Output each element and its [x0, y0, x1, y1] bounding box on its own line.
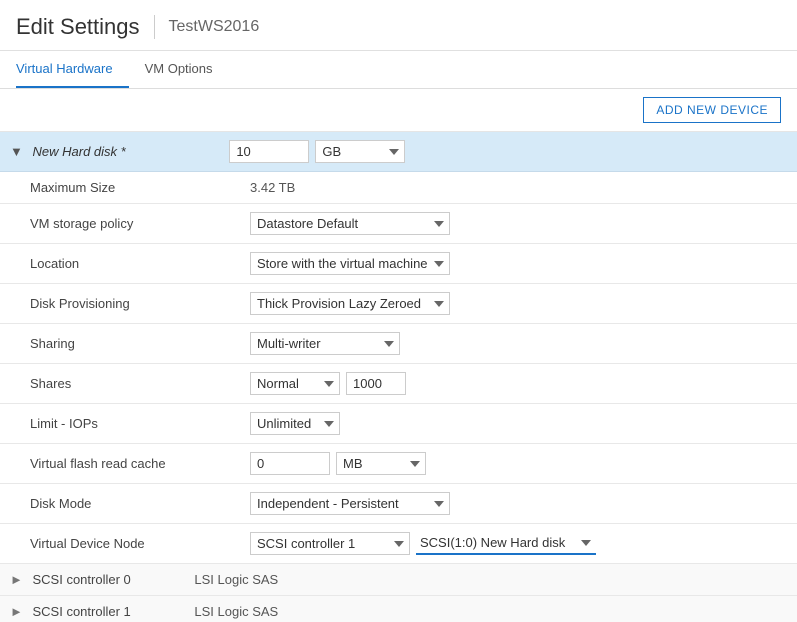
field-value: SCSI controller 1 SCSI controller 0 SCSI… — [220, 524, 797, 564]
add-new-device-button[interactable]: ADD NEW DEVICE — [643, 97, 781, 123]
field-value: MB GB — [220, 444, 797, 484]
field-value: Store with the virtual machine — [220, 244, 797, 284]
toolbar: ADD NEW DEVICE — [0, 89, 797, 132]
section-collapse-toggle[interactable]: ▼ — [10, 144, 23, 159]
field-label: Maximum Size — [0, 172, 220, 204]
disk-mode-select[interactable]: Independent - Persistent — [250, 492, 450, 515]
vm-name: TestWS2016 — [169, 18, 260, 36]
sharing-select[interactable]: Multi-writer — [250, 332, 400, 355]
field-label: Disk Mode — [0, 484, 220, 524]
table-row: Limit - IOPs Unlimited — [0, 404, 797, 444]
field-value: 3.42 TB — [220, 172, 797, 204]
scsi0-value: LSI Logic SAS — [194, 572, 278, 587]
table-row: VM storage policy Datastore Default — [0, 204, 797, 244]
hard-disk-unit-select[interactable]: GB MB TB — [315, 140, 405, 163]
scsi0-label: SCSI controller 0 — [33, 572, 131, 587]
limit-iops-select[interactable]: Unlimited — [250, 412, 340, 435]
shares-value-input[interactable] — [346, 372, 406, 395]
scsi1-expand-toggle[interactable]: ► — [10, 604, 23, 619]
new-hard-disk-section: ▼ New Hard disk * GB MB TB — [0, 132, 797, 172]
field-label: Location — [0, 244, 220, 284]
field-value: Thick Provision Lazy Zeroed — [220, 284, 797, 324]
settings-table: ▼ New Hard disk * GB MB TB — [0, 132, 797, 622]
vflash-cache-unit-select[interactable]: MB GB — [336, 452, 426, 475]
scsi-controller-1-row: ► SCSI controller 1 LSI Logic SAS — [0, 596, 797, 622]
table-row: Maximum Size 3.42 TB — [0, 172, 797, 204]
location-select[interactable]: Store with the virtual machine — [250, 252, 450, 275]
field-label: Virtual flash read cache — [0, 444, 220, 484]
tab-virtual-hardware[interactable]: Virtual Hardware — [16, 51, 129, 88]
shares-select[interactable]: Normal Low High Custom — [250, 372, 340, 395]
field-label: VM storage policy — [0, 204, 220, 244]
table-row: Disk Mode Independent - Persistent — [0, 484, 797, 524]
field-label: Virtual Device Node — [0, 524, 220, 564]
hard-disk-size-input[interactable] — [229, 140, 309, 163]
vflash-cache-input[interactable] — [250, 452, 330, 475]
field-value: Datastore Default — [220, 204, 797, 244]
table-row: Shares Normal Low High Custom — [0, 364, 797, 404]
table-row: Location Store with the virtual machine — [0, 244, 797, 284]
table-row: Disk Provisioning Thick Provision Lazy Z… — [0, 284, 797, 324]
field-value: Multi-writer — [220, 324, 797, 364]
page-title: Edit Settings — [16, 14, 140, 40]
table-row: Virtual flash read cache MB GB — [0, 444, 797, 484]
field-value: Unlimited — [220, 404, 797, 444]
field-label: Limit - IOPs — [0, 404, 220, 444]
header-divider — [154, 15, 155, 39]
field-value: Normal Low High Custom — [220, 364, 797, 404]
field-value: Independent - Persistent — [220, 484, 797, 524]
tabs: Virtual Hardware VM Options — [0, 51, 797, 89]
scsi0-expand-toggle[interactable]: ► — [10, 572, 23, 587]
header: Edit Settings TestWS2016 — [0, 0, 797, 51]
disk-provisioning-select[interactable]: Thick Provision Lazy Zeroed — [250, 292, 450, 315]
scsi-controller-0-row: ► SCSI controller 0 LSI Logic SAS — [0, 564, 797, 596]
vm-storage-policy-select[interactable]: Datastore Default — [250, 212, 450, 235]
virtual-device-node-select[interactable]: SCSI controller 1 SCSI controller 0 — [250, 532, 410, 555]
field-label: Disk Provisioning — [0, 284, 220, 324]
field-label: Shares — [0, 364, 220, 404]
table-row: Sharing Multi-writer — [0, 324, 797, 364]
scsi-node-select[interactable]: SCSI(1:0) New Hard disk — [416, 532, 596, 555]
settings-scroll-area[interactable]: ▼ New Hard disk * GB MB TB — [0, 132, 797, 622]
field-label: Sharing — [0, 324, 220, 364]
section-label: New Hard disk * — [33, 144, 126, 159]
tab-vm-options[interactable]: VM Options — [145, 51, 229, 88]
scsi1-label: SCSI controller 1 — [33, 604, 131, 619]
scsi1-value: LSI Logic SAS — [194, 604, 278, 619]
table-row: Virtual Device Node SCSI controller 1 SC… — [0, 524, 797, 564]
